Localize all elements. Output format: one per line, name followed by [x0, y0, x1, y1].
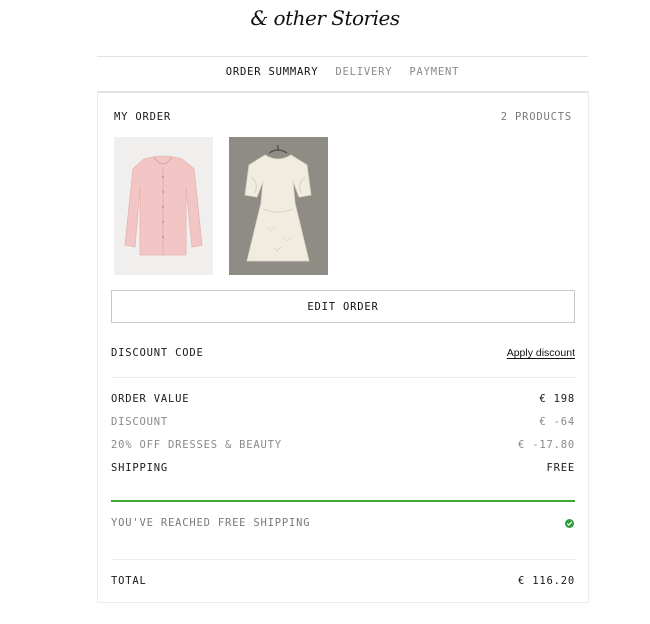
step-delivery[interactable]: DELIVERY	[335, 66, 392, 78]
apply-discount-link[interactable]: Apply discount	[507, 347, 575, 359]
product-thumbnail-cardigan[interactable]	[114, 137, 213, 275]
shipping-row: SHIPPING FREE	[111, 462, 575, 485]
checkout-steps: ORDER SUMMARY DELIVERY PAYMENT	[97, 66, 588, 78]
product-thumbnail-dress[interactable]	[229, 137, 328, 275]
free-shipping-row: YOU'VE REACHED FREE SHIPPING	[111, 517, 575, 529]
logo-text: & other Stories	[250, 6, 400, 30]
discount-code-label: DISCOUNT CODE	[111, 347, 204, 359]
product-count: 2 PRODUCTS	[500, 111, 572, 123]
divider	[111, 377, 575, 378]
header-divider	[97, 56, 588, 57]
shipping-label: SHIPPING	[111, 462, 168, 474]
order-value-row: ORDER VALUE € 198	[111, 393, 575, 416]
dress-image	[229, 137, 328, 275]
step-order-summary[interactable]: ORDER SUMMARY	[226, 66, 319, 78]
cardigan-image	[114, 137, 213, 275]
discount-code-row: DISCOUNT CODE Apply discount	[111, 347, 575, 359]
promo-row: 20% OFF DRESSES & BEAUTY € -17.80	[111, 439, 575, 462]
my-order-title: MY ORDER	[114, 111, 171, 123]
discount-row: DISCOUNT € -64	[111, 416, 575, 439]
total-amount: € 116.20	[518, 575, 575, 587]
free-shipping-progress-bar	[111, 500, 575, 502]
total-label: TOTAL	[111, 575, 147, 587]
shipping-amount: FREE	[546, 462, 575, 474]
promo-label: 20% OFF DRESSES & BEAUTY	[111, 439, 282, 451]
order-summary-panel: MY ORDER 2 PRODUCTS EDIT ORDER DISCOUNT …	[97, 91, 589, 603]
promo-amount: € -17.80	[518, 439, 575, 451]
step-payment[interactable]: PAYMENT	[409, 66, 459, 78]
divider	[111, 559, 575, 560]
discount-label: DISCOUNT	[111, 416, 168, 428]
order-value-label: ORDER VALUE	[111, 393, 190, 405]
discount-amount: € -64	[539, 416, 575, 428]
my-order-header: MY ORDER 2 PRODUCTS	[114, 111, 572, 123]
edit-order-button[interactable]: EDIT ORDER	[111, 290, 575, 323]
total-row: TOTAL € 116.20	[111, 575, 575, 587]
order-value-amount: € 198	[539, 393, 575, 405]
check-circle-icon	[565, 518, 574, 528]
free-shipping-message: YOU'VE REACHED FREE SHIPPING	[111, 517, 311, 529]
product-thumbnails	[114, 137, 328, 275]
brand-logo[interactable]: & other Stories	[0, 6, 650, 30]
price-summary: ORDER VALUE € 198 DISCOUNT € -64 20% OFF…	[111, 393, 575, 485]
